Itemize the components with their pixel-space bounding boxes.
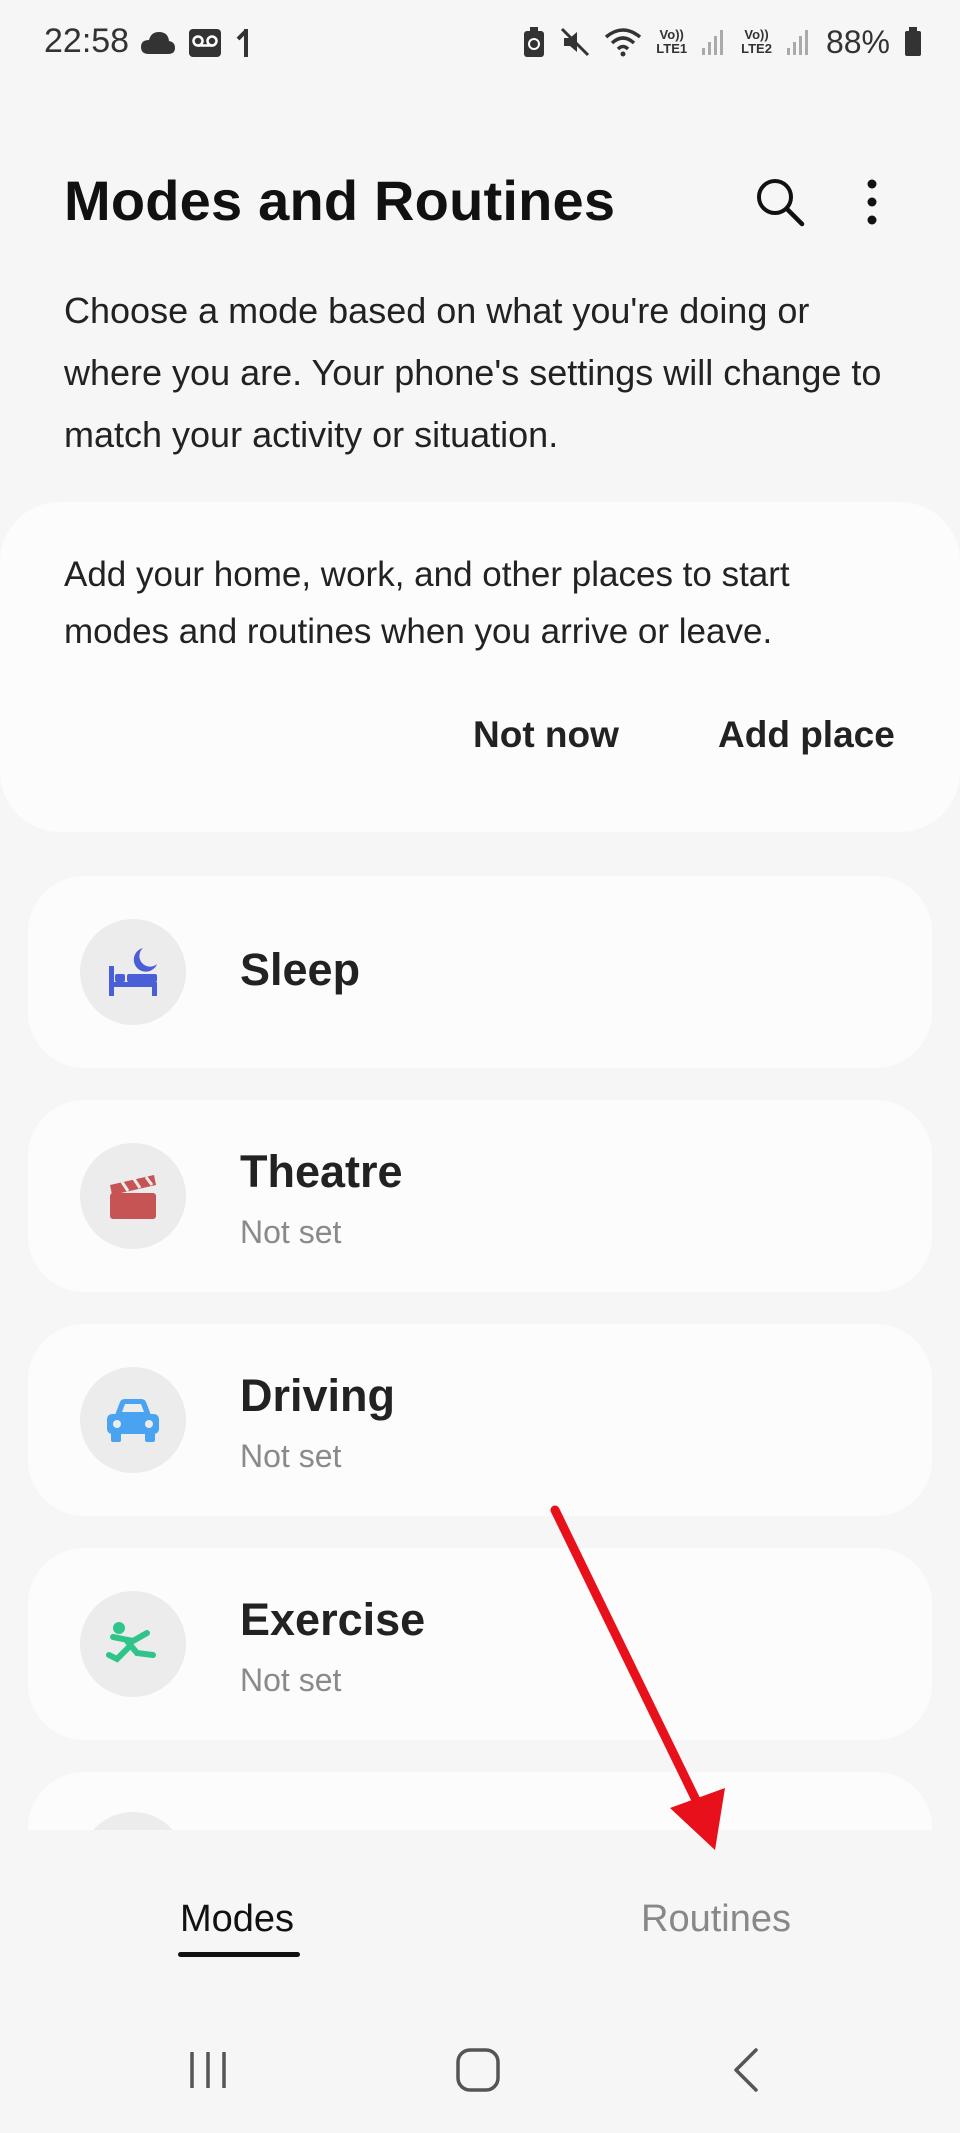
add-place-card: Add your home, work, and other places to… [0,502,960,832]
search-button[interactable] [748,170,812,234]
running-icon [106,1622,156,1663]
add-place-button[interactable]: Add place [718,714,895,756]
mode-name: Sleep [240,944,361,995]
voicemail-icon [189,29,221,57]
not-now-button[interactable]: Not now [473,714,619,756]
mode-item-sleep[interactable]: Sleep [28,876,932,1068]
mode-status: Not set [240,1662,342,1698]
home-button[interactable] [448,2040,508,2100]
system-navigation-bar [0,2000,960,2133]
sim2-indicator: Vo)) LTE2 [741,27,772,56]
mode-status: Not set [240,1214,342,1250]
download-icon [236,29,248,57]
back-button[interactable] [718,2040,778,2100]
active-tab-indicator [178,1952,300,1957]
battery-percent: 88% [825,23,890,60]
mode-item-partial[interactable] [28,1772,932,1832]
clapperboard-icon [110,1175,156,1219]
page-title: Modes and Routines [64,169,616,232]
add-place-text: Add your home, work, and other places to… [64,555,790,651]
mute-icon [561,27,590,57]
home-icon [456,2048,500,2092]
page-description: Choose a mode based on what you're doing… [64,290,882,455]
sim1-indicator: Vo)) LTE1 [656,27,688,56]
bed-moon-icon [109,948,157,996]
status-bar: 22:58 Vo)) LTE1 Vo)) LTE2 88% [0,0,960,86]
search-icon [757,179,805,227]
battery-icon [905,27,921,56]
cloud-icon [141,32,175,54]
battery-saver-icon [524,27,545,57]
signal-icon [786,30,808,55]
signal-icon [702,30,724,55]
car-icon [107,1399,159,1442]
mode-item-theatre[interactable]: Theatre Not set [28,1100,932,1292]
more-vertical-icon [867,179,877,225]
mode-name: Exercise [240,1594,426,1645]
back-icon [734,2048,758,2092]
mode-name: Driving [240,1370,396,1421]
status-time: 22:58 [44,22,130,60]
bottom-tab-bar: Modes Routines [0,1830,960,2000]
more-options-button[interactable] [840,170,904,234]
wifi-icon [605,28,642,57]
mode-item-driving[interactable]: Driving Not set [28,1324,932,1516]
mode-name: Theatre [240,1146,403,1197]
tab-routines[interactable]: Routines [641,1898,791,1941]
mode-item-exercise[interactable]: Exercise Not set [28,1548,932,1740]
recent-apps-icon [190,2052,226,2088]
tab-modes[interactable]: Modes [180,1898,294,1941]
recent-apps-button[interactable] [178,2040,238,2100]
mode-status: Not set [240,1438,342,1474]
